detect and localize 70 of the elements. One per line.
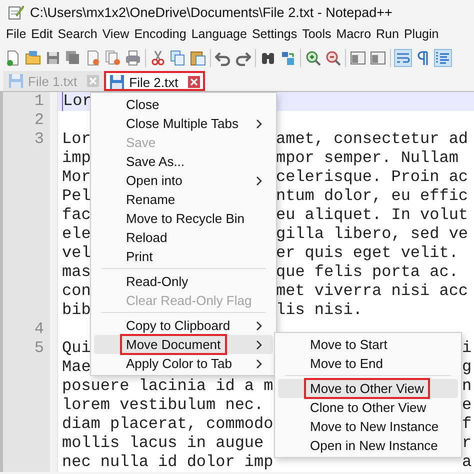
code-text: met viverra nisi acc	[276, 282, 468, 301]
code-text: er quis eget velit.	[276, 244, 458, 263]
code-text: g	[462, 358, 472, 377]
code-text: fac	[62, 206, 91, 225]
code-text: lorem vestibulum nec.	[62, 396, 264, 415]
line-number: 2	[33, 111, 45, 130]
code-text: a	[462, 453, 472, 472]
menu-item[interactable]: Apply Color to Tab	[94, 354, 273, 373]
menu-item[interactable]: Close Multiple Tabs	[94, 114, 273, 133]
menu-item[interactable]: Search	[58, 27, 98, 41]
menu-item[interactable]: File	[6, 27, 26, 41]
menu-item[interactable]: Macro	[336, 27, 372, 41]
code-text: amet, consectetur ad	[276, 130, 468, 149]
menu-item[interactable]: Move to End	[278, 354, 458, 373]
code-text: Mor	[62, 168, 91, 187]
code-text: diam placerat, commodo	[62, 415, 274, 434]
code-text: eu aliquet. In volut	[276, 206, 468, 225]
code-text: imp	[62, 149, 91, 168]
code-text: bib	[62, 301, 91, 320]
code-text: celerisque. Proin ac	[276, 168, 468, 187]
menu-item[interactable]: Copy to Clipboard	[94, 316, 273, 335]
code-text: con	[62, 282, 91, 301]
code-text: lis nisi.	[276, 301, 362, 320]
menu-item[interactable]: Settings	[252, 27, 298, 41]
menu-item[interactable]: Run	[376, 27, 399, 41]
line-number: 1	[33, 92, 45, 111]
tab[interactable]: File 2.txt	[104, 71, 206, 91]
code-text: posuere lacinia id a m	[62, 377, 274, 396]
code-text: mollis lacus in augue	[62, 434, 264, 453]
menu-item[interactable]: Plugin	[404, 27, 439, 41]
code-text: nec nulla id dolor imp	[62, 453, 274, 472]
line-number: 5	[33, 339, 45, 358]
menu-item[interactable]: Print	[94, 247, 273, 266]
code-text: Pel	[62, 187, 91, 206]
menu-item[interactable]: Move to Recycle Bin	[94, 209, 273, 228]
menu-item[interactable]: Edit	[31, 27, 53, 41]
menu-item[interactable]: Move to New Instance	[278, 417, 458, 436]
menu-item[interactable]: Language	[191, 27, 247, 41]
menu-item[interactable]: Tools	[302, 27, 332, 41]
code-text: ele	[62, 225, 91, 244]
menu-item[interactable]: Encoding	[134, 27, 186, 41]
code-text: f	[462, 415, 472, 434]
code-text: r	[462, 434, 472, 453]
code-text: i	[462, 339, 472, 358]
code-text: e	[462, 396, 472, 415]
line-number: 3	[33, 130, 45, 149]
code-text: mpor semper. Nullam	[276, 149, 458, 168]
code-text: mas	[62, 263, 91, 282]
code-text: que felis porta ac.	[276, 263, 458, 282]
code-text: Mae	[62, 358, 91, 377]
menu-item[interactable]: Read-Only	[94, 272, 273, 291]
code-text: Lor	[62, 130, 91, 149]
menu-item[interactable]: Close	[94, 95, 273, 114]
code-text: Qui	[62, 339, 91, 358]
menu-item[interactable]: Rename	[94, 190, 273, 209]
menu-item[interactable]: Open into	[94, 171, 273, 190]
menu-item[interactable]: Open in New Instance	[278, 436, 458, 455]
window-title: C:\Users\mx1x2\OneDrive\Documents\File 2.txt - Notepad++	[30, 4, 392, 20]
code-text: ntum dolor, eu effic	[276, 187, 468, 206]
code-text: n	[462, 377, 472, 396]
menu-item[interactable]: Move to Start	[278, 335, 458, 354]
line-number: 4	[33, 320, 45, 339]
menu-item[interactable]: Clone to Other View	[278, 398, 458, 417]
menu-item[interactable]: Save As...	[94, 152, 273, 171]
menu-item[interactable]: Move Document	[94, 335, 273, 354]
menu-item[interactable]: Move to Other View	[278, 379, 458, 398]
menu-item[interactable]: View	[102, 27, 130, 41]
menu-item[interactable]: Reload	[94, 228, 273, 247]
code-text: gilla libero, sed ve	[276, 225, 468, 244]
code-text: vel	[62, 244, 91, 263]
